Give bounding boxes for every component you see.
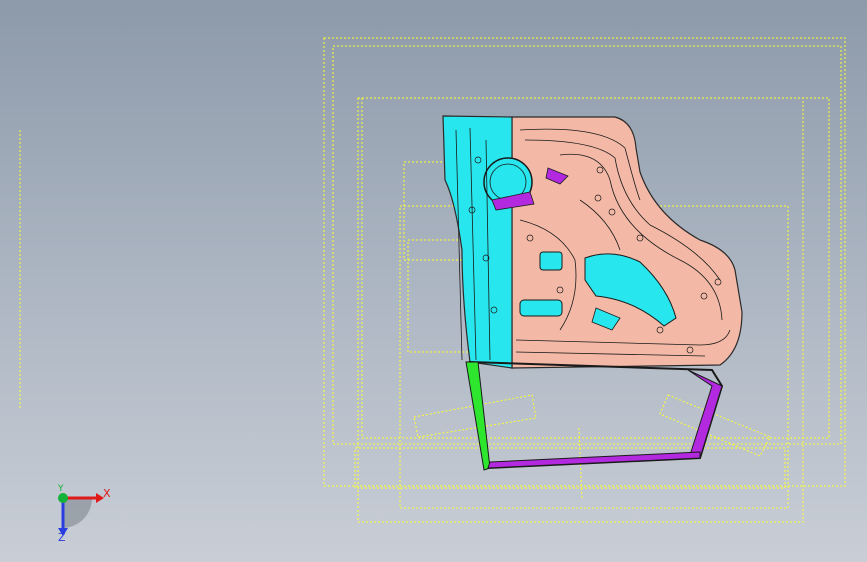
cutout-small-2	[539, 251, 563, 271]
z-axis-label: Z	[58, 531, 66, 544]
frame-edge-purple-bottom	[487, 451, 701, 469]
y-axis-label: Y	[58, 484, 64, 494]
coordinate-triad-icon: X Y Z	[48, 480, 118, 546]
cad-viewport[interactable]: X Y Z	[0, 0, 867, 562]
inner-panel-cyan	[442, 115, 513, 369]
bounding-box-8	[354, 447, 786, 489]
cutout-small-1	[519, 299, 563, 317]
window-frame	[468, 360, 724, 470]
door-panel-model[interactable]	[442, 115, 743, 471]
triad-shadow	[63, 498, 92, 528]
frame-edge-green	[465, 361, 491, 471]
model-scene[interactable]	[0, 0, 867, 562]
x-axis-label: X	[103, 487, 111, 500]
